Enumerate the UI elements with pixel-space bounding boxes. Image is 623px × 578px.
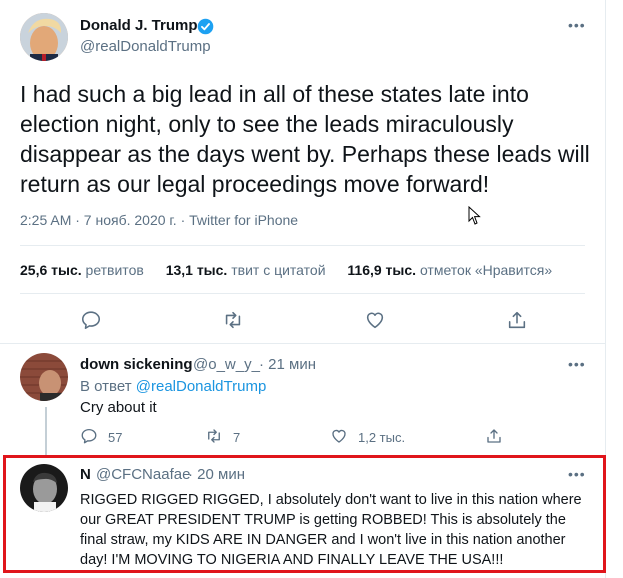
- main-author-avatar[interactable]: [20, 13, 68, 61]
- reply1-author-handle[interactable]: @o_w_y_: [193, 356, 260, 373]
- main-tweet-meta[interactable]: 2:25 AM · 7 нояб. 2020 г. · Twitter for …: [20, 212, 298, 228]
- main-author-handle[interactable]: @realDonaldTrump: [80, 38, 211, 55]
- mouse-cursor-icon: [468, 206, 481, 225]
- reply1-retweet-count: 7: [233, 430, 241, 445]
- verified-badge-icon: [197, 18, 214, 35]
- share-icon: [487, 429, 501, 443]
- reply1-mention-link[interactable]: @realDonaldTrump: [136, 378, 267, 395]
- reply1-text: Cry about it: [80, 399, 157, 416]
- retweet-button[interactable]: [222, 309, 244, 331]
- reply1-author-avatar[interactable]: [20, 353, 68, 401]
- tweet-frame: Donald J. Trump @realDonaldTrump ••• I h…: [0, 0, 606, 578]
- more-icon[interactable]: •••: [568, 356, 586, 372]
- reply-button[interactable]: [80, 309, 102, 331]
- reply-icon: [81, 428, 97, 444]
- reply1-like-count: 1,2 тыс.: [358, 430, 406, 445]
- like-icon: [366, 312, 384, 329]
- divider-before-replies: [0, 343, 605, 344]
- share-icon: [508, 311, 526, 329]
- reply-icon: [81, 311, 101, 330]
- quote-stat[interactable]: 13,1 тыс. твит с цитатой: [166, 262, 326, 278]
- highlight-box: [3, 455, 606, 573]
- like-stat[interactable]: 116,9 тыс. отметок «Нравится»: [347, 262, 552, 278]
- main-tweet-text: I had such a big lead in all of these st…: [20, 81, 590, 197]
- more-icon[interactable]: •••: [568, 17, 586, 33]
- like-button[interactable]: [364, 309, 386, 331]
- reply1-reply-to: В ответ @realDonaldTrump: [80, 378, 267, 395]
- reply1-reply-button[interactable]: [80, 427, 98, 445]
- divider-top-stats: [20, 245, 585, 246]
- main-tweet-stats: 25,6 тыс. ретвитов 13,1 тыс. твит с цита…: [20, 262, 570, 278]
- retweet-icon: [225, 311, 241, 329]
- reply1-author-name[interactable]: down sickening: [80, 356, 193, 373]
- retweet-icon: [208, 429, 220, 443]
- main-author-name[interactable]: Donald J. Trump: [80, 17, 198, 34]
- reply1-like-button[interactable]: [330, 427, 348, 445]
- retweet-stat[interactable]: 25,6 тыс. ретвитов: [20, 262, 144, 278]
- reply1-retweet-button[interactable]: [205, 427, 223, 445]
- reply1-reply-count: 57: [108, 430, 123, 445]
- reply1-time[interactable]: · 21 мин: [259, 356, 316, 373]
- share-button[interactable]: [506, 309, 528, 331]
- like-icon: [332, 429, 346, 443]
- reply1-share-button[interactable]: [485, 427, 503, 445]
- divider-bottom-stats: [20, 293, 585, 294]
- thread-connector: [45, 407, 47, 457]
